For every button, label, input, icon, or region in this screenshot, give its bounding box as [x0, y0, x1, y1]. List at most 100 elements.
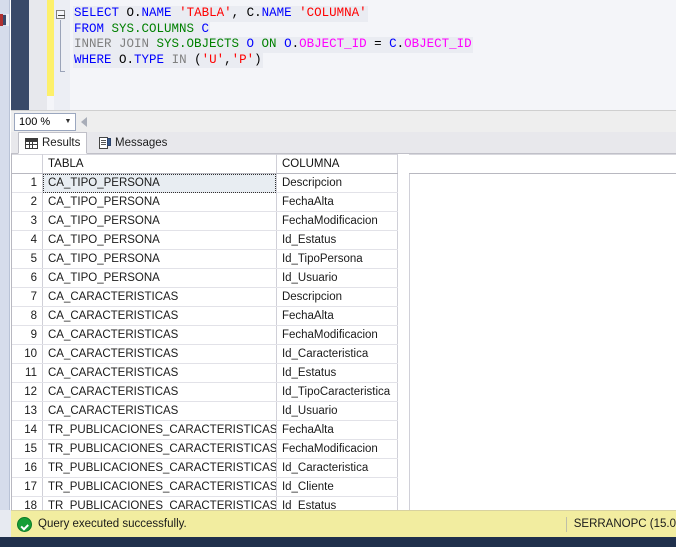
table-row[interactable]: 5 CA_TIPO_PERSONA Id_TipoPersona [12, 249, 399, 269]
cell-columna[interactable]: Id_TipoPersona [276, 249, 399, 269]
cell-tabla[interactable]: TR_PUBLICACIONES_CARACTERISTICAS [42, 477, 277, 497]
row-number[interactable]: 14 [12, 420, 43, 440]
table-row[interactable]: 1 CA_TIPO_PERSONA Descripcion [12, 173, 399, 193]
cell-columna[interactable]: Id_Estatus [276, 363, 399, 383]
cell-columna[interactable]: Id_Estatus [276, 496, 399, 510]
row-number[interactable]: 7 [12, 287, 43, 307]
cell-columna[interactable]: FechaModificacion [276, 211, 399, 231]
cell-tabla[interactable]: TR_PUBLICACIONES_CARACTERISTICAS [42, 496, 277, 510]
sql-code-text[interactable]: SELECT O.NAME 'TABLA', C.NAME 'COLUMNA' F… [73, 6, 473, 69]
cell-tabla[interactable]: CA_TIPO_PERSONA [42, 249, 277, 269]
table-row[interactable]: 8 CA_CARACTERISTICAS FechaAlta [12, 306, 399, 326]
row-number[interactable]: 17 [12, 477, 43, 497]
cell-tabla[interactable]: CA_CARACTERISTICAS [42, 363, 277, 383]
table-row[interactable]: 6 CA_TIPO_PERSONA Id_Usuario [12, 268, 399, 288]
row-number[interactable]: 5 [12, 249, 43, 269]
cell-columna[interactable]: FechaAlta [276, 192, 399, 212]
status-server-group: SERRANOPC (15.0 [565, 516, 676, 532]
cell-columna[interactable]: Descripcion [276, 173, 399, 193]
cell-tabla[interactable]: CA_TIPO_PERSONA [42, 192, 277, 212]
outlining-bracket-foot [60, 71, 65, 72]
table-row[interactable]: 11 CA_CARACTERISTICAS Id_Estatus [12, 363, 399, 383]
row-number[interactable]: 18 [12, 496, 43, 510]
cell-columna[interactable]: FechaAlta [276, 306, 399, 326]
row-number[interactable]: 3 [12, 211, 43, 231]
table-row[interactable]: 15 TR_PUBLICACIONES_CARACTERISTICAS FechaM… [12, 439, 399, 459]
status-message: Query executed successfully. [38, 518, 187, 530]
os-taskbar-sliver[interactable] [0, 537, 676, 547]
cell-columna[interactable]: FechaModificacion [276, 439, 399, 459]
table-row[interactable]: 10 CA_CARACTERISTICAS Id_Caracteristica [12, 344, 399, 364]
splitter-arrow-icon[interactable] [81, 117, 87, 127]
cell-tabla[interactable]: CA_CARACTERISTICAS [42, 306, 277, 326]
cell-columna[interactable]: Id_Usuario [276, 401, 399, 421]
cell-tabla[interactable]: CA_CARACTERISTICAS [42, 401, 277, 421]
collapse-minus-icon[interactable] [56, 10, 65, 19]
row-number[interactable]: 8 [12, 306, 43, 326]
table-row[interactable]: 18 TR_PUBLICACIONES_CARACTERISTICAS Id_Est… [12, 496, 399, 510]
status-server-name: SERRANOPC (15.0 [573, 518, 676, 530]
table-row[interactable]: 12 CA_CARACTERISTICAS Id_TipoCaracteristic… [12, 382, 399, 402]
left-pane-edge [0, 0, 10, 510]
column-header-tabla[interactable]: TABLA [42, 154, 277, 174]
tab-results[interactable]: Results [18, 132, 88, 154]
results-grid-icon [25, 137, 38, 149]
row-number[interactable]: 2 [12, 192, 43, 212]
row-number[interactable]: 1 [12, 173, 43, 193]
row-number[interactable]: 12 [12, 382, 43, 402]
row-number[interactable]: 15 [12, 439, 43, 459]
row-number[interactable]: 9 [12, 325, 43, 345]
cell-tabla[interactable]: TR_PUBLICACIONES_CARACTERISTICAS [42, 458, 277, 478]
cell-columna[interactable]: FechaModificacion [276, 325, 399, 345]
row-number[interactable]: 11 [12, 363, 43, 383]
table-header-row: TABLA COLUMNA [12, 154, 399, 174]
cell-tabla[interactable]: CA_TIPO_PERSONA [42, 268, 277, 288]
grid-empty-area [409, 154, 676, 510]
row-number[interactable]: 4 [12, 230, 43, 250]
cell-tabla[interactable]: CA_CARACTERISTICAS [42, 287, 277, 307]
row-number[interactable]: 10 [12, 344, 43, 364]
table-row[interactable]: 7 CA_CARACTERISTICAS Descripcion [12, 287, 399, 307]
cell-tabla[interactable]: CA_TIPO_PERSONA [42, 230, 277, 250]
column-header-columna[interactable]: COLUMNA [276, 154, 399, 174]
results-grid[interactable]: TABLA COLUMNA 1 CA_TIPO_PERSONA Descripcio… [11, 154, 676, 510]
table-row[interactable]: 2 CA_TIPO_PERSONA FechaAlta [12, 192, 399, 212]
table-row[interactable]: 3 CA_TIPO_PERSONA FechaModificacion [12, 211, 399, 231]
row-number[interactable]: 16 [12, 458, 43, 478]
cell-tabla[interactable]: CA_CARACTERISTICAS [42, 382, 277, 402]
outlining-bracket [60, 20, 61, 72]
sql-editor[interactable]: SELECT O.NAME 'TABLA', C.NAME 'COLUMNA' F… [29, 0, 676, 110]
cell-tabla[interactable]: TR_PUBLICACIONES_CARACTERISTICAS [42, 420, 277, 440]
cell-columna[interactable]: Id_Estatus [276, 230, 399, 250]
editor-gutter [29, 0, 47, 110]
editor-bottom-strip: 100 % ▼ [11, 110, 676, 134]
cell-columna[interactable]: Id_Usuario [276, 268, 399, 288]
cell-tabla[interactable]: CA_TIPO_PERSONA [42, 211, 277, 231]
cell-columna[interactable]: Id_TipoCaracteristica [276, 382, 399, 402]
chevron-down-icon[interactable]: ▼ [61, 114, 75, 130]
row-number[interactable]: 6 [12, 268, 43, 288]
row-number[interactable]: 13 [12, 401, 43, 421]
tab-results-label: Results [42, 137, 81, 149]
cell-columna[interactable]: Descripcion [276, 287, 399, 307]
cell-columna[interactable]: Id_Caracteristica [276, 344, 399, 364]
cell-tabla[interactable]: CA_CARACTERISTICAS [42, 344, 277, 364]
table-row[interactable]: 13 CA_CARACTERISTICAS Id_Usuario [12, 401, 399, 421]
table-row[interactable]: 14 TR_PUBLICACIONES_CARACTERISTICAS FechaA… [12, 420, 399, 440]
line-3: INNER JOIN SYS.OBJECTS O ON O.OBJECT_ID … [73, 37, 473, 53]
cell-tabla[interactable]: CA_CARACTERISTICAS [42, 325, 277, 345]
tab-messages[interactable]: Messages [93, 132, 173, 154]
column-header-rownum[interactable] [12, 154, 43, 174]
cell-tabla[interactable]: CA_TIPO_PERSONA [42, 173, 277, 193]
cell-columna[interactable]: Id_Caracteristica [276, 458, 399, 478]
zoom-level-value: 100 % [19, 116, 51, 128]
table-row[interactable]: 4 CA_TIPO_PERSONA Id_Estatus [12, 230, 399, 250]
cell-columna[interactable]: Id_Cliente [276, 477, 399, 497]
cell-tabla[interactable]: TR_PUBLICACIONES_CARACTERISTICAS [42, 439, 277, 459]
cell-columna[interactable]: FechaAlta [276, 420, 399, 440]
zoom-level-combobox[interactable]: 100 % ▼ [14, 113, 76, 131]
table-row[interactable]: 17 TR_PUBLICACIONES_CARACTERISTICAS Id_Cli… [12, 477, 399, 497]
table-row[interactable]: 16 TR_PUBLICACIONES_CARACTERISTICAS Id_Car… [12, 458, 399, 478]
table-row[interactable]: 9 CA_CARACTERISTICAS FechaModificacion [12, 325, 399, 345]
line-1: SELECT O.NAME 'TABLA', C.NAME 'COLUMNA' [73, 6, 368, 22]
